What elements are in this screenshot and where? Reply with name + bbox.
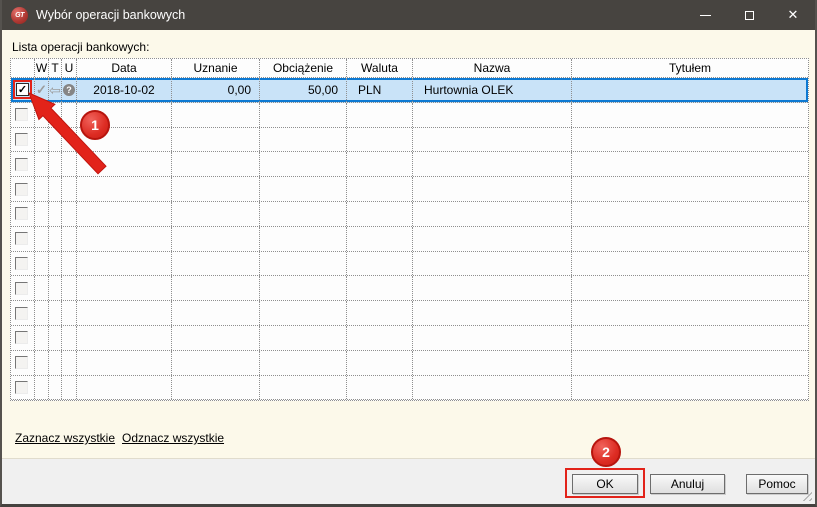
ok-button[interactable]: OK [572,474,638,494]
table-row-empty[interactable] [11,251,808,277]
maximize-icon [744,10,754,20]
header-checkbox-col [11,59,35,77]
table-body-empty-rows [11,102,808,401]
table-row-empty[interactable] [11,102,808,128]
button-bar: OK Anuluj Pomoc [2,458,815,504]
header-u: U [62,59,77,77]
table-row-selected[interactable]: ✓ ✓ ⇦ ? 2018-10-02 0,00 50,00 PLN Hurtow… [11,78,808,103]
header-t: T [49,59,62,77]
cell-tytulem [572,78,808,102]
table-row-empty[interactable] [11,350,808,376]
annotation-step-2: 2 [591,437,621,467]
annotation-highlight-checkbox: ✓ [13,80,32,100]
window-title: Wybór operacji bankowych [36,8,186,22]
cell-nazwa: Hurtownia OLEK [413,78,572,102]
cell-t: ⇦ [49,78,62,102]
header-nazwa: Nazwa [413,59,572,77]
cell-data: 2018-10-02 [77,78,172,102]
cell-w: ✓ [35,78,49,102]
cell-checkbox: ✓ [11,78,35,102]
table-row-empty[interactable] [11,127,808,153]
help-button[interactable]: Pomoc [746,474,808,494]
cell-waluta: PLN [347,78,413,102]
cell-u: ? [62,78,77,102]
table-row-empty[interactable] [11,325,808,351]
app-logo-text: GT [15,11,24,19]
minimize-icon [699,14,711,16]
cell-obciazenie: 50,00 [260,78,347,102]
row-checkbox-unchecked[interactable] [15,207,28,221]
question-icon: ? [63,83,75,96]
row-checkbox-unchecked[interactable] [15,356,28,370]
deselect-all-link[interactable]: Odznacz wszystkie [122,431,224,445]
cancel-button[interactable]: Anuluj [650,474,725,494]
checkmark-icon: ✓ [17,84,28,97]
row-checkbox-checked[interactable]: ✓ [16,83,29,97]
row-checkbox-unchecked[interactable] [15,232,28,246]
table-row-empty[interactable] [11,152,808,178]
annotation-step-1: 1 [80,110,110,140]
cell-uznanie: 0,00 [172,78,260,102]
arrow-left-icon: ⇦ [49,81,61,98]
header-w: W [35,59,49,77]
row-checkbox-unchecked[interactable] [15,306,28,320]
table-row-empty[interactable] [11,301,808,326]
minimize-button[interactable] [683,0,727,30]
list-label: Lista operacji bankowych: [12,40,150,54]
title-bar: GT Wybór operacji bankowych ✕ [2,0,815,30]
dialog-window: GT Wybór operacji bankowych ✕ Lista oper… [0,0,817,507]
row-checkbox-unchecked[interactable] [15,108,28,122]
bank-operations-table: W T U Data Uznanie Obciążenie Waluta Naz… [10,58,809,402]
row-checkbox-unchecked[interactable] [15,331,28,345]
app-logo-icon: GT [11,6,28,24]
table-header-row: W T U Data Uznanie Obciążenie Waluta Naz… [11,59,808,78]
table-row-empty[interactable] [11,226,808,252]
table-row-empty[interactable] [11,177,808,202]
window-controls: ✕ [683,0,815,30]
header-obciazenie: Obciążenie [260,59,347,77]
header-data: Data [77,59,172,77]
row-checkbox-unchecked[interactable] [15,256,28,270]
table-row-empty[interactable] [11,201,808,227]
row-checkbox-unchecked[interactable] [15,182,28,196]
header-tytulem: Tytułem [668,61,711,75]
close-button[interactable]: ✕ [771,0,815,30]
header-uznanie: Uznanie [172,59,260,77]
header-waluta: Waluta [347,59,413,77]
select-all-link[interactable]: Zaznacz wszystkie [15,431,115,445]
check-icon: ✓ [36,81,47,97]
row-checkbox-unchecked[interactable] [15,281,28,295]
row-checkbox-unchecked[interactable] [15,157,28,171]
close-icon: ✕ [787,7,799,22]
table-row-empty[interactable] [11,375,808,401]
row-checkbox-unchecked[interactable] [15,380,28,394]
table-row-empty[interactable] [11,276,808,302]
maximize-button[interactable] [727,0,771,30]
row-checkbox-unchecked[interactable] [15,132,28,146]
